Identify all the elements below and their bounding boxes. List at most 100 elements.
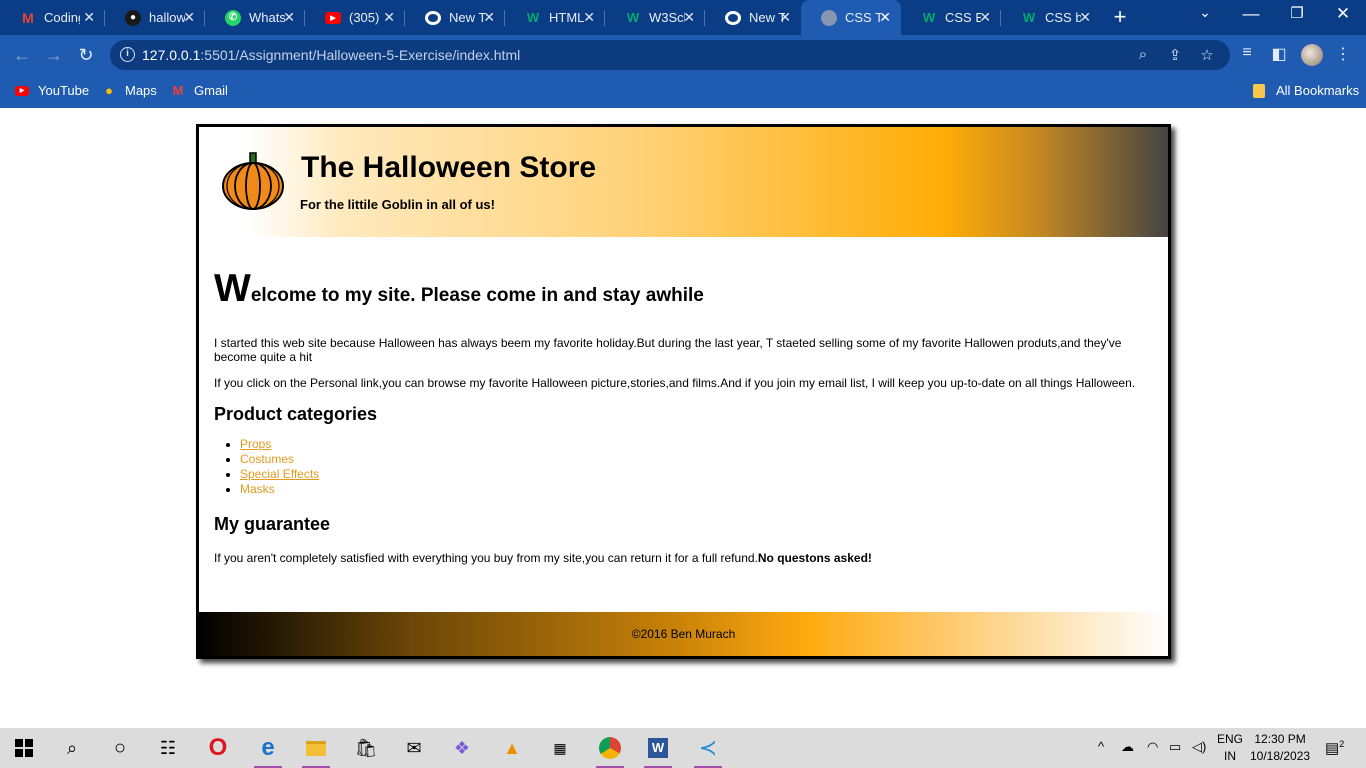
opera-icon[interactable]: O	[202, 734, 234, 762]
calendar-321-icon[interactable]: ▦	[544, 734, 576, 762]
vlc-icon[interactable]: ▲	[496, 734, 528, 762]
minimize-icon[interactable]: —	[1239, 4, 1263, 24]
welcome-heading: Welcome to my site. Please come in and s…	[214, 267, 704, 310]
site-info-icon[interactable]: i	[120, 47, 135, 62]
onedrive-icon[interactable]: ☁	[1121, 739, 1134, 755]
all-bookmarks[interactable]: All Bookmarks	[1253, 83, 1359, 98]
windows-start-icon[interactable]	[8, 734, 40, 762]
chrome-icon	[425, 10, 441, 25]
file-explorer-icon[interactable]	[300, 734, 332, 768]
gmail-icon: M	[22, 9, 34, 26]
word-icon[interactable]: W	[642, 734, 674, 768]
bookmark-youtube[interactable]: ▶ YouTube	[15, 83, 89, 98]
w3schools-icon: W	[526, 10, 540, 25]
address-bar[interactable]: i 127.0.0.1:5501/Assignment/Halloween-5-…	[110, 40, 1230, 70]
chrome-icon[interactable]	[594, 734, 626, 768]
gmail-icon: M	[172, 83, 184, 98]
tab-search-icon[interactable]: ⌄	[1193, 4, 1217, 21]
close-tab-icon[interactable]: ✕	[683, 9, 695, 26]
tab-youtube[interactable]: ▶ (305) ✕	[305, 0, 405, 35]
site-footer: ©2016 Ben Murach	[199, 612, 1168, 656]
show-hidden-icons[interactable]: ^	[1098, 739, 1104, 754]
site-title: The Halloween Store	[301, 151, 597, 184]
tab-whatsapp[interactable]: ✆ WhatsApp ✕	[205, 0, 305, 35]
url-text[interactable]: 127.0.0.1:5501/Assignment/Halloween-5-Ex…	[142, 47, 520, 63]
side-panel-icon[interactable]: ◧	[1268, 44, 1290, 64]
share-icon[interactable]: ⇪	[1166, 46, 1184, 64]
whatsapp-icon: ✆	[225, 9, 241, 26]
folder-icon	[1253, 83, 1265, 98]
tab-new-tab-2[interactable]: New Tab ✕	[705, 0, 801, 35]
close-tab-icon[interactable]: ✕	[879, 9, 891, 26]
microsoft-store-icon[interactable]: 🛍	[350, 734, 382, 762]
w3schools-icon: W	[922, 10, 936, 25]
bookmark-maps[interactable]: ● Maps	[102, 83, 157, 98]
reload-icon[interactable]: ↻	[74, 43, 98, 67]
task-view-icon[interactable]: ☷	[152, 734, 184, 762]
w3schools-icon: W	[626, 10, 640, 25]
copilot-icon[interactable]: ❖	[446, 734, 478, 762]
forward-icon[interactable]: →	[42, 43, 66, 67]
tab-html[interactable]: W HTML ✕	[505, 0, 605, 35]
youtube-icon: ▶	[325, 11, 341, 24]
close-tab-icon[interactable]: ✕	[1079, 9, 1091, 26]
category-link-special-effects[interactable]: Special Effects	[240, 467, 319, 482]
category-link-props[interactable]: Props	[240, 437, 271, 452]
back-icon[interactable]: ←	[10, 43, 34, 67]
mail-icon[interactable]: ✉	[398, 734, 430, 762]
media-control-icon[interactable]: ≡	[1236, 44, 1258, 62]
restore-icon[interactable]: ❐	[1285, 4, 1309, 22]
profile-avatar[interactable]	[1301, 44, 1323, 66]
menu-icon[interactable]: ⋮	[1332, 44, 1354, 64]
w3schools-icon: W	[1022, 10, 1036, 25]
volume-icon[interactable]: ◁)	[1192, 739, 1206, 755]
close-tab-icon[interactable]: ✕	[483, 9, 495, 26]
tab-coding[interactable]: M Coding ✕	[0, 0, 105, 35]
new-tab-button[interactable]: +	[1108, 4, 1132, 30]
bookmark-gmail[interactable]: M Gmail	[171, 83, 228, 98]
pumpkin-logo	[222, 152, 284, 210]
tab-new-tab[interactable]: New Tab ✕	[405, 0, 505, 35]
cortana-icon[interactable]: ○	[104, 734, 136, 762]
tab-css-box[interactable]: W CSS box ✕	[1001, 0, 1101, 35]
zoom-icon[interactable]: ⌕	[1134, 46, 1152, 63]
close-tab-icon[interactable]: ✕	[283, 9, 295, 26]
guarantee-heading: My guarantee	[214, 514, 331, 534]
browser-toolbar: ← → ↻ i 127.0.0.1:5501/Assignment/Hallow…	[0, 35, 1366, 75]
battery-icon[interactable]: ▭	[1169, 739, 1181, 755]
notifications-icon[interactable]: ▤2	[1325, 739, 1344, 757]
youtube-icon: ▶	[15, 85, 29, 96]
list-item: Props	[226, 437, 319, 452]
close-tab-icon[interactable]: ✕	[83, 9, 95, 26]
list-item: Costumes	[226, 452, 319, 467]
close-tab-icon[interactable]: ✕	[979, 9, 991, 26]
tab-css-border[interactable]: W CSS Border ✕	[901, 0, 1001, 35]
intro-paragraph: I started this web site because Hallowee…	[214, 336, 1122, 364]
search-icon[interactable]: ⌕	[56, 734, 88, 762]
maps-icon: ●	[105, 83, 113, 98]
edge-icon[interactable]: e	[252, 734, 284, 768]
language-indicator[interactable]: ENG IN	[1217, 731, 1243, 765]
personal-paragraph: If you click on the Personal link,you ca…	[214, 376, 1136, 390]
windows-taskbar: ⌕ ○ ☷ O e 🛍 ✉ ❖ ▲ ▦ W ≺ ^ ☁ ◠ ▭ ◁) ENG IN…	[0, 728, 1366, 768]
categories-heading: Product categories	[214, 404, 378, 424]
globe-icon	[821, 9, 837, 26]
close-tab-icon[interactable]: ✕	[183, 9, 195, 26]
close-tab-icon[interactable]: ✕	[383, 9, 395, 26]
close-tab-icon[interactable]: ✕	[583, 9, 595, 26]
vscode-icon[interactable]: ≺	[692, 734, 724, 768]
chrome-icon	[725, 10, 741, 25]
category-link-costumes[interactable]: Costumes	[240, 452, 294, 467]
close-tab-icon[interactable]: ✕	[779, 9, 791, 26]
list-item: Special Effects	[226, 467, 319, 482]
site-header: The Halloween Store For the littile Gobl…	[199, 127, 1168, 237]
clock[interactable]: 12:30 PM 10/18/2023	[1250, 731, 1310, 765]
tab-css-text[interactable]: CSS Text ✕	[801, 0, 901, 35]
tab-w3schools[interactable]: W W3Schools ✕	[605, 0, 705, 35]
list-item: Masks	[226, 482, 319, 497]
tab-halloween[interactable]: ● halloween ✕	[105, 0, 205, 35]
close-window-icon[interactable]: ✕	[1331, 4, 1355, 24]
bookmark-star-icon[interactable]: ☆	[1198, 46, 1216, 64]
category-link-masks[interactable]: Masks	[240, 482, 275, 497]
wifi-icon[interactable]: ◠	[1147, 739, 1158, 755]
